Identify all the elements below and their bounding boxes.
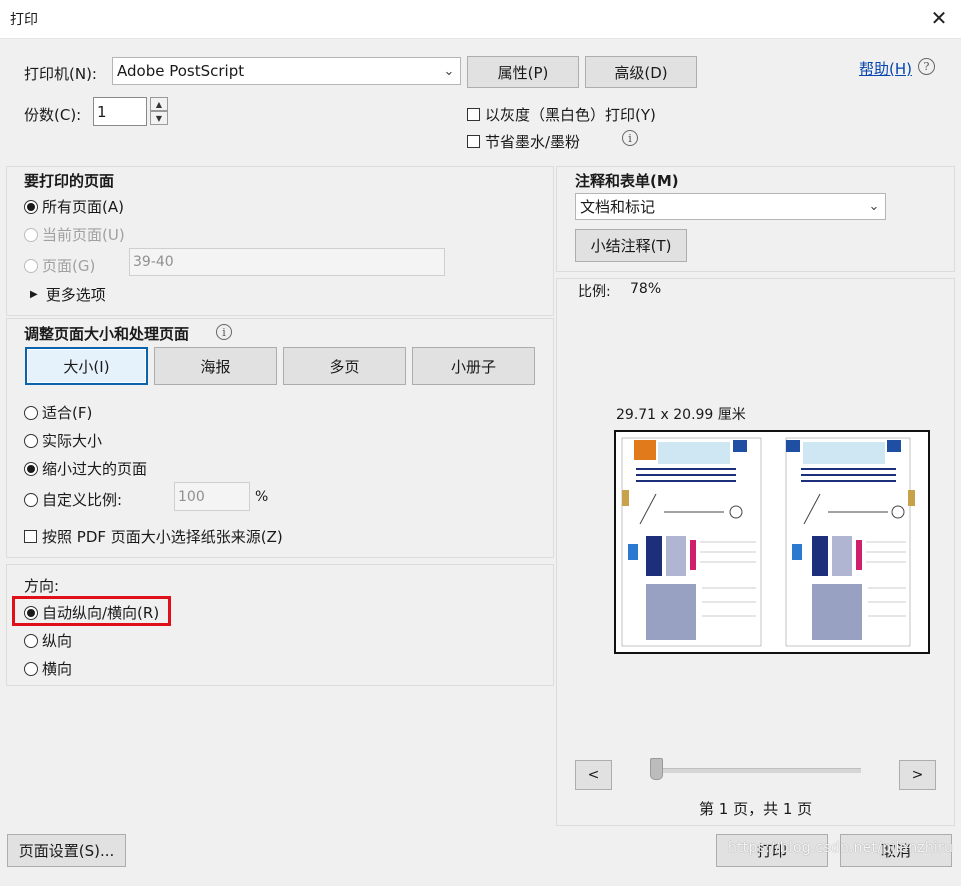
all-pages-option[interactable]: 所有页面(A) bbox=[24, 196, 124, 217]
fit-label: 适合(F) bbox=[42, 404, 93, 422]
printer-select[interactable]: Adobe PostScript ⌄ bbox=[112, 57, 461, 85]
scale-value: 78% bbox=[630, 281, 662, 297]
prev-page-button[interactable]: < bbox=[575, 760, 612, 790]
portrait-radio[interactable] bbox=[24, 633, 38, 648]
help-question-icon[interactable]: ? bbox=[918, 58, 935, 75]
page-range-label: 页面(G) bbox=[42, 257, 96, 275]
comments-select-value: 文档和标记 bbox=[580, 198, 656, 216]
summarize-comments-button[interactable]: 小结注释(T) bbox=[575, 229, 687, 262]
actual-size-radio[interactable] bbox=[24, 433, 38, 448]
auto-orientation-label: 自动纵向/横向(R) bbox=[42, 604, 160, 622]
paper-dimensions: 29.71 x 20.99 厘米 bbox=[616, 407, 746, 423]
properties-button[interactable]: 属性(P) bbox=[467, 56, 579, 88]
current-page-radio bbox=[24, 227, 38, 242]
pages-to-print-heading: 要打印的页面 bbox=[24, 172, 115, 190]
actual-size-option[interactable]: 实际大小 bbox=[24, 430, 102, 451]
chevron-down-icon: ⌄ bbox=[443, 63, 455, 79]
page-range-radio bbox=[24, 258, 38, 273]
printer-label: 打印机(N): bbox=[24, 65, 97, 83]
watermark: https://blog.csdn.net/pjlanzhiru bbox=[728, 840, 954, 856]
page-range-option: 页面(G) bbox=[24, 255, 95, 276]
current-page-option: 当前页面(U) bbox=[24, 224, 125, 245]
comments-forms-heading: 注释和表单(M) bbox=[575, 172, 679, 190]
page-setup-button[interactable]: 页面设置(S)... bbox=[7, 834, 126, 867]
more-options-toggle[interactable]: ▶ 更多选项 bbox=[30, 284, 106, 305]
page-slider-thumb[interactable] bbox=[650, 758, 663, 780]
auto-orientation-radio[interactable] bbox=[24, 605, 38, 620]
portrait-option[interactable]: 纵向 bbox=[24, 630, 72, 651]
landscape-radio[interactable] bbox=[24, 661, 38, 676]
copies-input[interactable]: 1 bbox=[93, 97, 147, 126]
landscape-option[interactable]: 横向 bbox=[24, 658, 72, 679]
title-bar bbox=[0, 0, 961, 39]
tab-booklet[interactable]: 小册子 bbox=[412, 347, 535, 385]
tab-multiple[interactable]: 多页 bbox=[283, 347, 406, 385]
close-icon[interactable]: ✕ bbox=[925, 3, 953, 33]
current-page-label: 当前页面(U) bbox=[42, 226, 125, 244]
custom-scale-input: 100 bbox=[174, 482, 250, 511]
custom-scale-option[interactable]: 自定义比例: bbox=[24, 489, 122, 510]
document-thumbnail bbox=[621, 437, 915, 647]
spin-up-icon[interactable]: ▲ bbox=[150, 97, 168, 111]
triangle-right-icon: ▶ bbox=[30, 289, 38, 300]
all-pages-label: 所有页面(A) bbox=[42, 198, 124, 216]
scale-label: 比例: bbox=[578, 284, 611, 300]
more-options-label: 更多选项 bbox=[45, 286, 106, 304]
page-sizing-heading: 调整页面大小和处理页面 bbox=[24, 325, 190, 343]
spin-down-icon[interactable]: ▼ bbox=[150, 111, 168, 125]
paper-source-option[interactable]: 按照 PDF 页面大小选择纸张来源(Z) bbox=[24, 526, 283, 547]
shrink-oversized-label: 缩小过大的页面 bbox=[42, 460, 148, 478]
window-title: 打印 bbox=[10, 12, 38, 28]
orientation-heading: 方向: bbox=[24, 577, 60, 595]
fit-option[interactable]: 适合(F) bbox=[24, 402, 92, 423]
fit-radio[interactable] bbox=[24, 405, 38, 420]
info-icon[interactable]: i bbox=[216, 324, 232, 340]
save-ink-checkbox[interactable] bbox=[467, 135, 480, 148]
page-slider-track[interactable] bbox=[650, 768, 861, 773]
custom-scale-radio[interactable] bbox=[24, 492, 38, 507]
advanced-button[interactable]: 高级(D) bbox=[585, 56, 697, 88]
percent-sign: % bbox=[255, 489, 269, 505]
save-ink-label: 节省墨水/墨粉 bbox=[485, 133, 581, 151]
shrink-oversized-option[interactable]: 缩小过大的页面 bbox=[24, 458, 147, 479]
grayscale-checkbox[interactable] bbox=[467, 108, 480, 121]
all-pages-radio[interactable] bbox=[24, 199, 38, 214]
chevron-down-icon: ⌄ bbox=[868, 199, 880, 214]
grayscale-option[interactable]: 以灰度（黑白色）打印(Y) bbox=[467, 104, 656, 125]
actual-size-label: 实际大小 bbox=[42, 432, 103, 450]
page-indicator: 第 1 页，共 1 页 bbox=[699, 800, 813, 818]
next-page-button[interactable]: > bbox=[899, 760, 936, 790]
printer-select-value: Adobe PostScript bbox=[117, 62, 245, 80]
custom-scale-label: 自定义比例: bbox=[42, 491, 123, 509]
info-icon[interactable]: i bbox=[622, 130, 638, 146]
comments-select[interactable]: 文档和标记 ⌄ bbox=[575, 193, 886, 220]
shrink-oversized-radio[interactable] bbox=[24, 461, 38, 476]
paper-source-label: 按照 PDF 页面大小选择纸张来源(Z) bbox=[42, 528, 283, 546]
save-ink-option[interactable]: 节省墨水/墨粉 bbox=[467, 131, 580, 152]
grayscale-label: 以灰度（黑白色）打印(Y) bbox=[485, 106, 656, 124]
tab-poster[interactable]: 海报 bbox=[154, 347, 277, 385]
auto-orientation-option[interactable]: 自动纵向/横向(R) bbox=[24, 602, 159, 623]
portrait-label: 纵向 bbox=[42, 632, 73, 650]
copies-label: 份数(C): bbox=[24, 106, 82, 124]
tab-size[interactable]: 大小(I) bbox=[25, 347, 148, 385]
page-range-input: 39-40 bbox=[129, 248, 445, 276]
print-preview bbox=[614, 430, 930, 654]
landscape-label: 横向 bbox=[42, 660, 73, 678]
paper-source-checkbox[interactable] bbox=[24, 530, 37, 543]
help-link[interactable]: 帮助(H) bbox=[859, 58, 912, 79]
